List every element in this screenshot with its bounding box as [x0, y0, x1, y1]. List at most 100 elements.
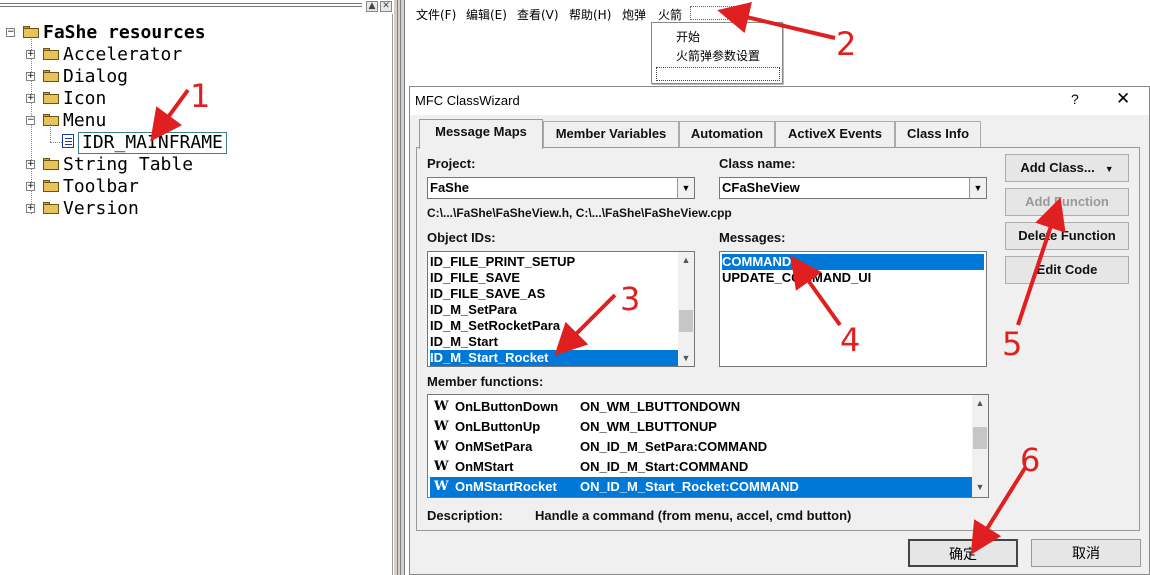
help-button[interactable]: ?: [1071, 91, 1079, 107]
close-button[interactable]: ✕: [1116, 89, 1130, 109]
menu-new-item-placeholder[interactable]: [690, 6, 736, 20]
project-value: FaShe: [430, 180, 470, 195]
menu-file[interactable]: 文件(F): [416, 6, 456, 23]
function-name: OnMStart: [455, 459, 514, 474]
handler-type-icon: W: [434, 399, 449, 414]
edit-code-button[interactable]: Edit Code: [1005, 256, 1129, 284]
open-folder-icon: [23, 26, 39, 38]
table-row[interactable]: W OnMStart ON_ID_M_Start:COMMAND: [430, 457, 972, 477]
handler-type-icon: W: [434, 439, 449, 454]
expand-icon[interactable]: +: [26, 94, 35, 103]
file-path: C:\...\FaShe\FaSheView.h, C:\...\FaShe\F…: [427, 206, 732, 220]
scroll-thumb[interactable]: [973, 427, 987, 449]
menu-rocket[interactable]: 火箭: [658, 6, 682, 23]
table-row[interactable]: W OnLButtonUp ON_WM_LBUTTONUP: [430, 417, 972, 437]
dialog-title-bar: MFC ClassWizard ? ✕: [410, 87, 1149, 115]
menu-edit[interactable]: 编辑(E): [466, 6, 507, 23]
tab-class-info[interactable]: Class Info: [895, 121, 981, 147]
collapse-icon[interactable]: −: [26, 116, 35, 125]
menu-item-new-placeholder[interactable]: [656, 67, 780, 81]
rocket-menu-dropdown: 开始 火箭弹参数设置: [651, 22, 783, 84]
close-pane-button[interactable]: ✕: [380, 1, 392, 12]
function-name: OnLButtonDown: [455, 399, 559, 414]
class-name-combo[interactable]: CFaSheView ▼: [719, 177, 987, 199]
handler-type-icon: W: [434, 419, 449, 434]
folder-icon: [43, 92, 59, 104]
table-row[interactable]: W OnLButtonDown ON_WM_LBUTTONDOWN: [430, 397, 972, 417]
tree-item-label: Accelerator: [63, 44, 183, 65]
expand-icon[interactable]: +: [26, 182, 35, 191]
dropdown-arrow-icon[interactable]: ▼: [969, 178, 986, 198]
tab-message-maps[interactable]: Message Maps: [419, 119, 543, 149]
list-item[interactable]: ID_M_SetRocketPara: [430, 318, 560, 334]
handler-type-icon: W: [434, 479, 449, 494]
annotation-4: 4: [840, 321, 861, 359]
dropdown-arrow-icon[interactable]: ▼: [677, 178, 694, 198]
open-folder-icon: [43, 114, 59, 126]
handler-type-icon: W: [434, 459, 449, 474]
folder-icon: [43, 48, 59, 60]
expand-icon[interactable]: +: [26, 72, 35, 81]
menu-view[interactable]: 查看(V): [517, 6, 559, 23]
function-name: OnMSetPara: [455, 439, 533, 454]
list-item[interactable]: ID_M_Start: [430, 334, 498, 350]
annotation-3: 3: [620, 280, 641, 318]
list-item[interactable]: ID_FILE_SAVE: [430, 270, 520, 286]
cancel-button[interactable]: 取消: [1031, 539, 1141, 567]
annotation-1: 1: [190, 77, 211, 115]
expand-icon[interactable]: +: [26, 50, 35, 59]
annotation-2: 2: [836, 25, 857, 63]
ok-button[interactable]: 确定: [908, 539, 1018, 567]
expand-icon[interactable]: +: [26, 160, 35, 169]
list-item-selected[interactable]: COMMAND: [722, 254, 984, 270]
expand-icon[interactable]: +: [26, 204, 35, 213]
scroll-up-icon[interactable]: ▲: [972, 395, 988, 411]
tree-item-label: Toolbar: [63, 176, 139, 197]
menu-resource-icon: [62, 134, 74, 148]
menu-shell[interactable]: 炮弹: [622, 6, 646, 23]
scroll-thumb[interactable]: [679, 310, 693, 332]
class-name-value: CFaSheView: [722, 180, 800, 195]
object-ids-list[interactable]: ID_FILE_PRINT_SETUP ID_FILE_SAVE ID_FILE…: [427, 251, 695, 367]
function-name: OnMStartRocket: [455, 479, 557, 494]
object-ids-scrollbar[interactable]: ▲ ▼: [678, 252, 694, 366]
scroll-down-icon[interactable]: ▼: [678, 350, 694, 366]
menu-help[interactable]: 帮助(H): [569, 6, 611, 23]
tab-activex-events[interactable]: ActiveX Events: [775, 121, 895, 147]
tab-member-variables[interactable]: Member Variables: [543, 121, 679, 147]
list-item[interactable]: ID_M_SetPara: [430, 302, 517, 318]
class-name-label: Class name:: [719, 156, 796, 171]
collapse-icon[interactable]: −: [6, 28, 15, 37]
pane-splitter[interactable]: [393, 0, 405, 575]
menu-item-start[interactable]: 开始: [676, 28, 700, 45]
menu-item-rocket-params[interactable]: 火箭弹参数设置: [676, 47, 760, 64]
table-row-selected[interactable]: W OnMStartRocket ON_ID_M_Start_Rocket:CO…: [430, 477, 972, 497]
message-map-entry: ON_ID_M_Start_Rocket:COMMAND: [580, 479, 799, 494]
dialog-title: MFC ClassWizard: [415, 93, 520, 108]
tree-root-label: FaShe resources: [43, 22, 206, 43]
add-class-button[interactable]: Add Class... ▼: [1005, 154, 1129, 182]
messages-label: Messages:: [719, 230, 786, 245]
annotation-5: 5: [1002, 325, 1023, 363]
tab-automation[interactable]: Automation: [679, 121, 775, 147]
scroll-down-icon[interactable]: ▼: [972, 479, 988, 495]
table-row[interactable]: W OnMSetPara ON_ID_M_SetPara:COMMAND: [430, 437, 972, 457]
function-name: OnLButtonUp: [455, 419, 541, 434]
message-map-entry: ON_ID_M_SetPara:COMMAND: [580, 439, 768, 454]
delete-function-button[interactable]: Delete Function: [1005, 222, 1129, 250]
annotation-6: 6: [1020, 441, 1041, 479]
folder-icon: [43, 202, 59, 214]
list-item[interactable]: ID_FILE_PRINT_SETUP: [430, 254, 575, 270]
member-functions-scrollbar[interactable]: ▲ ▼: [972, 395, 988, 497]
project-combo[interactable]: FaShe ▼: [427, 177, 695, 199]
list-item[interactable]: ID_FILE_SAVE_AS: [430, 286, 545, 302]
restore-pane-button[interactable]: ▲: [366, 1, 378, 12]
list-item-selected[interactable]: ID_M_Start_Rocket: [430, 350, 678, 366]
add-function-button[interactable]: Add Function: [1005, 188, 1129, 216]
member-functions-list[interactable]: W OnLButtonDown ON_WM_LBUTTONDOWN W OnLB…: [427, 394, 989, 498]
scroll-up-icon[interactable]: ▲: [678, 252, 694, 268]
tree-item-label: Menu: [63, 110, 107, 131]
description-text: Handle a command (from menu, accel, cmd …: [535, 508, 852, 523]
list-item[interactable]: UPDATE_COMMAND_UI: [722, 270, 871, 286]
add-class-label: Add Class...: [1020, 160, 1095, 175]
